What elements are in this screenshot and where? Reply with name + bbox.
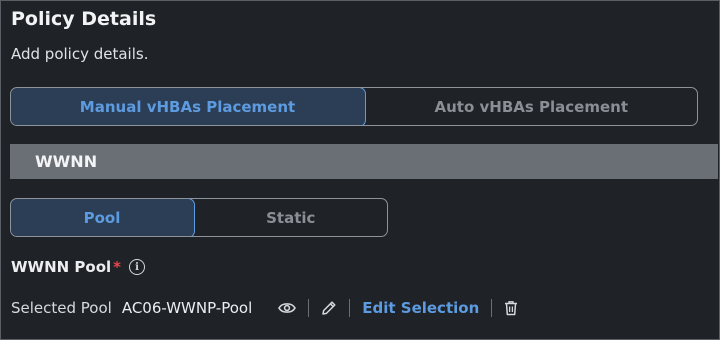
selected-pool-value: AC06-WWNP-Pool bbox=[121, 299, 253, 317]
info-icon[interactable]: i bbox=[129, 259, 146, 275]
page-subtitle: Add policy details. bbox=[11, 45, 149, 63]
eye-icon[interactable] bbox=[278, 301, 297, 315]
wwnn-pool-label-row: WWNN Pool * i bbox=[11, 258, 146, 276]
wwnn-type-toggle: Pool Static bbox=[10, 198, 388, 237]
auto-vhbas-placement-option[interactable]: Auto vHBAs Placement bbox=[366, 88, 698, 125]
manual-vhbas-placement-option[interactable]: Manual vHBAs Placement bbox=[11, 88, 366, 125]
vhba-placement-toggle: Manual vHBAs Placement Auto vHBAs Placem… bbox=[10, 87, 698, 126]
section-header-wwnn: WWNN bbox=[10, 144, 718, 179]
page-title: Policy Details bbox=[11, 8, 157, 30]
required-marker: * bbox=[113, 258, 122, 276]
pencil-icon[interactable] bbox=[321, 300, 337, 316]
divider bbox=[349, 299, 351, 317]
static-option[interactable]: Static bbox=[195, 199, 388, 236]
divider bbox=[491, 299, 493, 317]
trash-icon[interactable] bbox=[504, 300, 518, 316]
selected-pool-label: Selected Pool bbox=[11, 299, 112, 317]
divider bbox=[308, 299, 310, 317]
wwnn-pool-label: WWNN Pool bbox=[11, 258, 112, 276]
selected-pool-row: Selected Pool AC06-WWNP-Pool Edit Select… bbox=[11, 297, 518, 319]
section-title: WWNN bbox=[35, 152, 98, 171]
pool-option[interactable]: Pool bbox=[11, 199, 195, 236]
edit-selection-link[interactable]: Edit Selection bbox=[362, 299, 479, 317]
